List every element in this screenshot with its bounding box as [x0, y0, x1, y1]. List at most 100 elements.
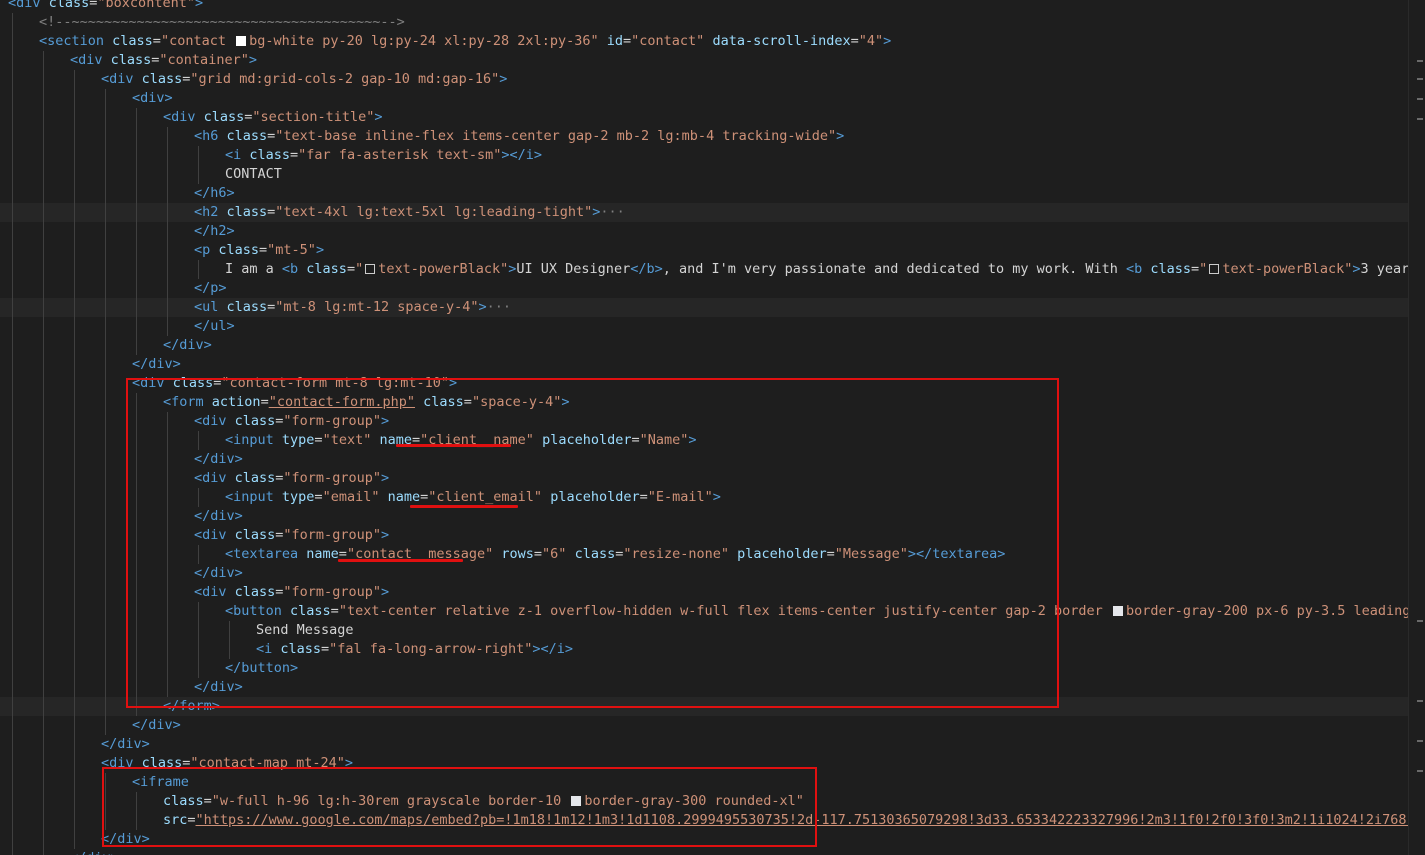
code-line[interactable]: <i class="far fa-asterisk text-sm"></i> — [0, 146, 1409, 165]
indent-guide — [105, 127, 106, 146]
indent-guide — [43, 203, 44, 222]
code-token-eq: = — [187, 812, 196, 828]
indent-guide — [43, 70, 44, 89]
code-line[interactable]: </div> — [0, 564, 1409, 583]
indent-guide — [12, 146, 13, 165]
code-line[interactable]: <div class="form-group"> — [0, 526, 1409, 545]
code-line[interactable]: <div class="form-group"> — [0, 583, 1409, 602]
indent-guide — [43, 488, 44, 507]
code-line[interactable]: </div> — [0, 735, 1409, 754]
indent-guide — [12, 279, 13, 298]
code-line[interactable]: <input type="text" name="client__name" p… — [0, 431, 1409, 450]
indent-guide — [43, 602, 44, 621]
code-line[interactable]: <input type="email" name="client_email" … — [0, 488, 1409, 507]
color-swatch-icon[interactable] — [365, 264, 376, 274]
code-token-tag: </div> — [194, 451, 243, 467]
code-line[interactable]: <form action="contact-form.php" class="s… — [0, 393, 1409, 412]
code-line[interactable]: <div class="container"> — [0, 51, 1409, 70]
code-line[interactable]: </button> — [0, 659, 1409, 678]
indent-guide — [105, 222, 106, 241]
code-line[interactable]: </h6> — [0, 184, 1409, 203]
indent-guide — [167, 184, 168, 203]
code-token-str: "Message" — [834, 546, 908, 562]
code-line[interactable]: <p class="mt-5"> — [0, 241, 1409, 260]
code-line[interactable]: <iframe — [0, 773, 1409, 792]
code-line[interactable]: </div> — [0, 507, 1409, 526]
indent-guide — [198, 545, 199, 564]
code-line[interactable]: <div class="grid md:grid-cols-2 gap-10 m… — [0, 70, 1409, 89]
indent-guide — [136, 412, 137, 431]
code-line[interactable]: </form> — [0, 697, 1409, 716]
code-line[interactable]: <div class="section-title"> — [0, 108, 1409, 127]
code-line[interactable]: </div> — [0, 678, 1409, 697]
indent-guide — [105, 165, 106, 184]
code-token-tag: <i — [225, 147, 250, 163]
indent-guide — [12, 811, 13, 830]
code-line[interactable]: <div class="form-group"> — [0, 469, 1409, 488]
code-line[interactable]: </div> — [0, 716, 1409, 735]
indent-guide — [167, 431, 168, 450]
code-line[interactable]: <div class="contact-map mt-24"> — [0, 754, 1409, 773]
color-swatch-icon[interactable] — [1209, 264, 1220, 274]
code-token-eq: = — [203, 793, 212, 809]
code-line[interactable]: </p> — [0, 279, 1409, 298]
vertical-scrollbar[interactable] — [1408, 0, 1425, 855]
indent-guide — [74, 336, 75, 355]
indent-guide — [105, 583, 106, 602]
code-line[interactable]: <!--~~~~~~~~~~~~~~~~~~~~~~~~~~~~~~~~~~~~… — [0, 13, 1409, 32]
indent-guide — [136, 203, 137, 222]
code-line[interactable]: <div> — [0, 89, 1409, 108]
indent-guide — [43, 260, 44, 279]
indent-guide — [136, 507, 137, 526]
indent-guide — [198, 640, 199, 659]
color-swatch-icon[interactable] — [236, 36, 247, 46]
code-line[interactable]: class="w-full h-96 lg:h-30rem grayscale … — [0, 792, 1409, 811]
indent-guide — [74, 355, 75, 374]
code-line[interactable]: <section class="contact bg-white py-20 l… — [0, 32, 1409, 51]
code-line[interactable]: <textarea name="contact__message" rows="… — [0, 545, 1409, 564]
code-line[interactable]: <ul class="mt-8 lg:mt-12 space-y-4">··· — [0, 298, 1409, 317]
code-line[interactable]: <h6 class="text-base inline-flex items-c… — [0, 127, 1409, 146]
code-line[interactable]: <div class="form-group"> — [0, 412, 1409, 431]
code-line[interactable]: </div> — [0, 849, 1409, 855]
code-token-tag: <div — [194, 413, 235, 429]
indent-guide — [43, 697, 44, 716]
indent-guide — [167, 165, 168, 184]
code-token-tag: <section — [39, 33, 113, 49]
code-line[interactable]: <div class="contact-form mt-8 lg:mt-10"> — [0, 374, 1409, 393]
code-line[interactable]: I am a <b class=" text-powerBlack">UI UX … — [0, 260, 1409, 279]
indent-guide — [136, 279, 137, 298]
indent-guide — [105, 811, 106, 830]
indent-guide — [105, 621, 106, 640]
color-swatch-icon[interactable] — [1112, 606, 1123, 616]
code-line[interactable]: </div> — [0, 355, 1409, 374]
code-line[interactable]: <button class="text-center relative z-1 … — [0, 602, 1409, 621]
code-line[interactable]: <h2 class="text-4xl lg:text-5xl lg:leadi… — [0, 203, 1409, 222]
code-editor[interactable]: <div class="boxcontent"> <!--~~~~~~~~~~~~… — [0, 0, 1409, 855]
code-line[interactable]: <i class="fal fa-long-arrow-right"></i> — [0, 640, 1409, 659]
indent-guide — [74, 450, 75, 469]
code-token-attr: class — [226, 128, 268, 144]
code-token-attr: class — [218, 242, 260, 258]
color-swatch-icon[interactable] — [571, 796, 582, 806]
indent-guide — [136, 602, 137, 621]
code-line[interactable]: src="https://www.google.com/maps/embed?p… — [0, 811, 1409, 830]
code-token-str: "boxcontent" — [97, 0, 195, 11]
code-token-str: border-gray-300 rounded-xl" — [584, 793, 804, 809]
code-line[interactable]: </div> — [0, 830, 1409, 849]
code-line[interactable]: </div> — [0, 450, 1409, 469]
code-token-eq: = — [314, 489, 323, 505]
indent-guide — [74, 602, 75, 621]
indent-guide — [105, 792, 106, 811]
code-line[interactable]: Send Message — [0, 621, 1409, 640]
indent-guide — [43, 507, 44, 526]
code-token-eq: = — [639, 489, 648, 505]
code-line[interactable]: </ul> — [0, 317, 1409, 336]
code-line[interactable]: <div class="boxcontent"> — [0, 0, 1409, 13]
code-line[interactable]: </div> — [0, 336, 1409, 355]
indent-guide — [12, 849, 13, 855]
code-line[interactable]: </h2> — [0, 222, 1409, 241]
code-line[interactable]: CONTACT — [0, 165, 1409, 184]
